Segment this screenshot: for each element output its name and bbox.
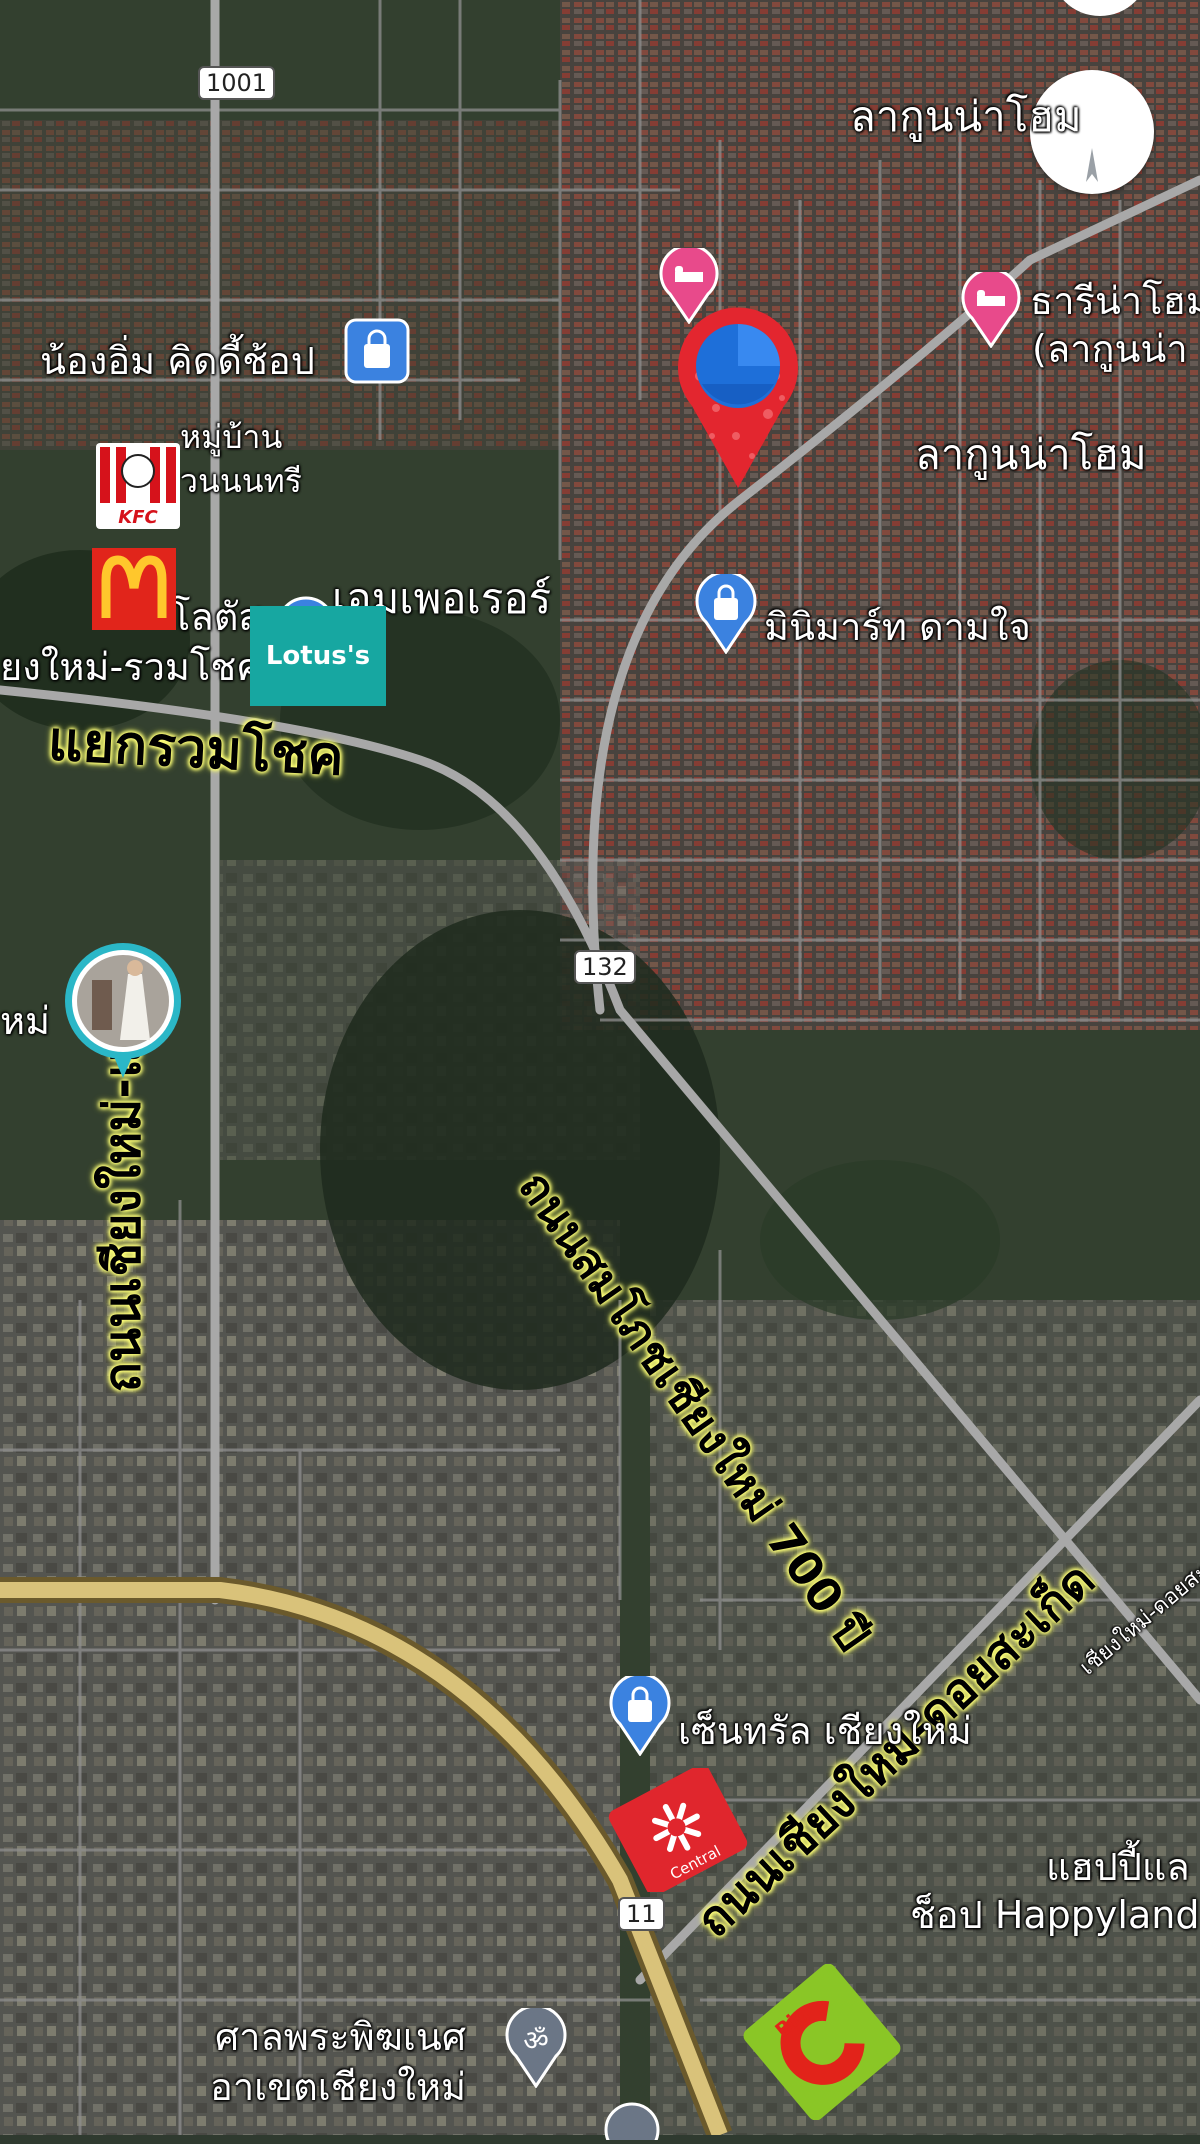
route-shield-11: 11: [618, 1897, 665, 1931]
place-label-nong-im[interactable]: น้องอิ่ม คิดดี้ช้อป: [40, 330, 315, 391]
route-shield-1001: 1001: [198, 66, 276, 100]
bigc-logo[interactable]: Big: [742, 1963, 902, 2124]
place-label-market-left[interactable]: หม่: [0, 990, 50, 1051]
svg-text:ॐ: ॐ: [523, 2024, 549, 2057]
place-label-lotus-2[interactable]: ยงใหม่-รวมโชค: [0, 636, 262, 697]
place-label-central[interactable]: เซ็นทรัล เชียงใหม่: [678, 1700, 972, 1761]
place-label-tharina-sub[interactable]: (ลากูนน่า: [1032, 318, 1188, 379]
location-pin-icon[interactable]: [602, 2100, 662, 2144]
lotus-logo-text: Lotus's: [265, 641, 371, 671]
place-label-shrine-2[interactable]: อาเขตเชียงใหม่: [210, 2056, 466, 2117]
bed-icon[interactable]: [960, 268, 1022, 352]
place-label-lagoon-top[interactable]: ลากูนน่าโฮม: [850, 84, 1082, 150]
selected-location-pin[interactable]: [672, 306, 804, 494]
kfc-logo[interactable]: KFC: [96, 443, 180, 533]
central-logo[interactable]: Central: [606, 1764, 750, 1896]
place-label-village-2[interactable]: วนนนทรี: [180, 456, 302, 507]
kfc-logo-text: KFC: [118, 507, 158, 528]
place-label-minimart[interactable]: มินิมาร์ท ดามใจ: [764, 596, 1031, 657]
road-label-junction: แยกรวมโชค: [46, 709, 346, 788]
place-label-happyland-2[interactable]: ช็อป Happyland: [910, 1884, 1199, 1945]
lotus-logo[interactable]: Lotus's: [250, 606, 386, 706]
route-shield-132: 132: [574, 950, 636, 984]
shopping-bag-icon[interactable]: [608, 1672, 672, 1760]
market-photo-pin[interactable]: [62, 940, 184, 1084]
place-label-lagoon-right[interactable]: ลากูนน่าโฮม: [915, 422, 1147, 488]
om-icon[interactable]: ॐ: [504, 2004, 568, 2092]
shopping-bag-icon[interactable]: [694, 570, 758, 658]
mcdonalds-icon[interactable]: [92, 548, 176, 634]
shopping-bag-icon[interactable]: [344, 318, 410, 388]
